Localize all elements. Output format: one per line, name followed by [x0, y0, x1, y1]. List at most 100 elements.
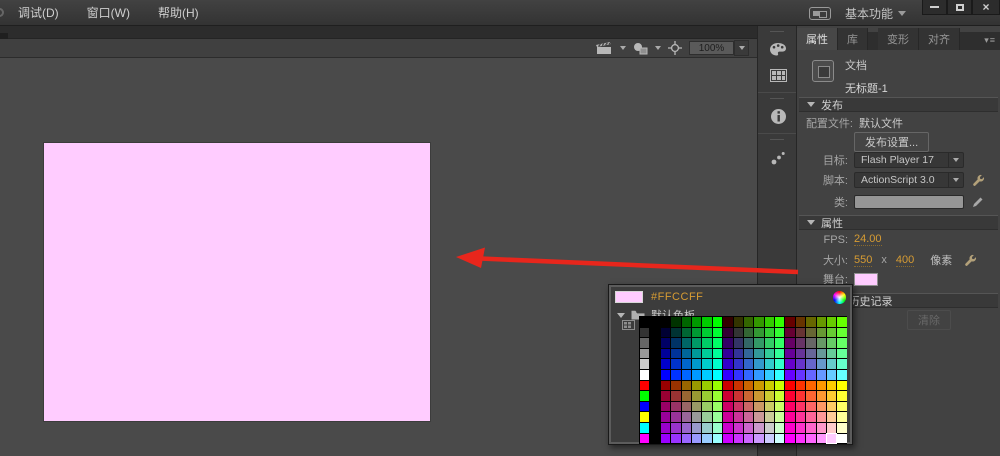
- color-swatch[interactable]: [806, 369, 816, 380]
- color-swatch[interactable]: [775, 369, 785, 380]
- components-panel-button[interactable]: [758, 144, 798, 170]
- color-swatch[interactable]: [660, 391, 671, 401]
- color-swatch[interactable]: [816, 401, 827, 412]
- menu-help[interactable]: 帮助(H): [144, 0, 213, 25]
- color-swatch[interactable]: [640, 401, 650, 412]
- color-swatch[interactable]: [691, 317, 702, 327]
- color-swatch[interactable]: [806, 401, 816, 412]
- color-swatch[interactable]: [671, 380, 681, 391]
- color-swatch[interactable]: [775, 433, 785, 444]
- color-swatch[interactable]: [785, 369, 795, 380]
- color-swatch[interactable]: [816, 380, 827, 391]
- color-swatch[interactable]: [702, 401, 712, 412]
- color-swatch[interactable]: [660, 338, 671, 348]
- color-swatch[interactable]: [660, 317, 671, 327]
- close-button[interactable]: ×: [972, 0, 1000, 15]
- color-swatch[interactable]: [795, 412, 806, 422]
- workspace-switcher-icon[interactable]: [808, 6, 831, 20]
- color-swatch[interactable]: [660, 401, 671, 412]
- color-swatch[interactable]: [671, 401, 681, 412]
- color-swatch[interactable]: [795, 359, 806, 369]
- fps-value[interactable]: 24.00: [854, 233, 882, 246]
- chevron-down-icon[interactable]: [898, 10, 906, 16]
- color-swatch[interactable]: [681, 391, 691, 401]
- color-swatch[interactable]: [806, 412, 816, 422]
- color-swatch[interactable]: [764, 348, 775, 359]
- color-swatch[interactable]: [764, 401, 775, 412]
- color-swatch[interactable]: [816, 391, 827, 401]
- color-swatch[interactable]: [712, 317, 723, 327]
- panel-grip[interactable]: [770, 31, 784, 32]
- color-swatch[interactable]: [733, 412, 743, 422]
- color-swatch[interactable]: [764, 359, 775, 369]
- color-swatch[interactable]: [754, 433, 764, 444]
- color-swatch[interactable]: [754, 422, 764, 433]
- center-stage-icon[interactable]: [668, 41, 682, 55]
- panel-menu-icon[interactable]: ▾≡: [984, 35, 996, 46]
- document-name[interactable]: 无标题-1: [845, 80, 888, 96]
- zoom-input[interactable]: 100%: [689, 41, 734, 55]
- size-settings-button[interactable]: [964, 254, 977, 267]
- color-swatch[interactable]: [671, 369, 681, 380]
- color-swatch[interactable]: [702, 433, 712, 444]
- edit-symbols-icon[interactable]: [633, 42, 648, 55]
- color-swatch[interactable]: [640, 380, 650, 391]
- edit-scene-dropdown-icon[interactable]: [620, 46, 626, 50]
- tab-library[interactable]: 库: [838, 28, 868, 50]
- hex-value-input[interactable]: #FFCCFF: [651, 291, 833, 303]
- color-swatch[interactable]: [785, 338, 795, 348]
- color-swatch[interactable]: [712, 380, 723, 391]
- color-swatch[interactable]: [743, 380, 754, 391]
- color-swatch[interactable]: [764, 422, 775, 433]
- color-swatch[interactable]: [671, 412, 681, 422]
- color-swatch[interactable]: [681, 412, 691, 422]
- color-swatch[interactable]: [702, 338, 712, 348]
- color-swatch[interactable]: [754, 359, 764, 369]
- color-swatch[interactable]: [806, 317, 816, 327]
- target-dropdown[interactable]: Flash Player 17: [854, 152, 964, 168]
- color-swatch[interactable]: [671, 391, 681, 401]
- color-swatch[interactable]: [691, 338, 702, 348]
- color-swatch[interactable]: [775, 401, 785, 412]
- color-swatch[interactable]: [733, 433, 743, 444]
- color-swatch[interactable]: [827, 327, 837, 338]
- color-swatch[interactable]: [702, 391, 712, 401]
- color-swatch[interactable]: [785, 359, 795, 369]
- color-swatch[interactable]: [702, 317, 712, 327]
- color-swatch[interactable]: [837, 401, 847, 412]
- color-swatch[interactable]: [785, 348, 795, 359]
- color-swatch[interactable]: [691, 359, 702, 369]
- dropdown-button[interactable]: [948, 173, 963, 187]
- color-swatch[interactable]: [764, 338, 775, 348]
- color-swatch[interactable]: [733, 422, 743, 433]
- color-swatch[interactable]: [660, 380, 671, 391]
- color-swatch[interactable]: [712, 348, 723, 359]
- color-swatch[interactable]: [816, 348, 827, 359]
- color-swatch[interactable]: [691, 422, 702, 433]
- color-swatch[interactable]: [712, 433, 723, 444]
- color-swatch[interactable]: [806, 338, 816, 348]
- color-swatch[interactable]: [795, 380, 806, 391]
- color-swatch[interactable]: [837, 412, 847, 422]
- color-swatch[interactable]: [775, 391, 785, 401]
- color-swatch[interactable]: [785, 422, 795, 433]
- color-swatch[interactable]: [806, 391, 816, 401]
- dropdown-button[interactable]: [948, 153, 963, 167]
- color-swatch[interactable]: [743, 422, 754, 433]
- color-swatch[interactable]: [827, 401, 837, 412]
- color-swatch[interactable]: [743, 412, 754, 422]
- color-swatch[interactable]: [775, 327, 785, 338]
- info-panel-button[interactable]: [758, 103, 798, 129]
- color-swatch[interactable]: [754, 327, 764, 338]
- color-swatch[interactable]: [754, 348, 764, 359]
- color-swatch[interactable]: [806, 359, 816, 369]
- maximize-button[interactable]: [947, 0, 972, 15]
- edit-symbols-dropdown-icon[interactable]: [655, 46, 661, 50]
- color-swatch[interactable]: [754, 380, 764, 391]
- color-swatch[interactable]: [775, 317, 785, 327]
- color-swatch[interactable]: [764, 433, 775, 444]
- tab-transform[interactable]: 变形: [878, 28, 919, 50]
- menu-debug[interactable]: 调试(D): [4, 0, 73, 25]
- color-swatch[interactable]: [827, 369, 837, 380]
- color-swatch[interactable]: [816, 433, 827, 444]
